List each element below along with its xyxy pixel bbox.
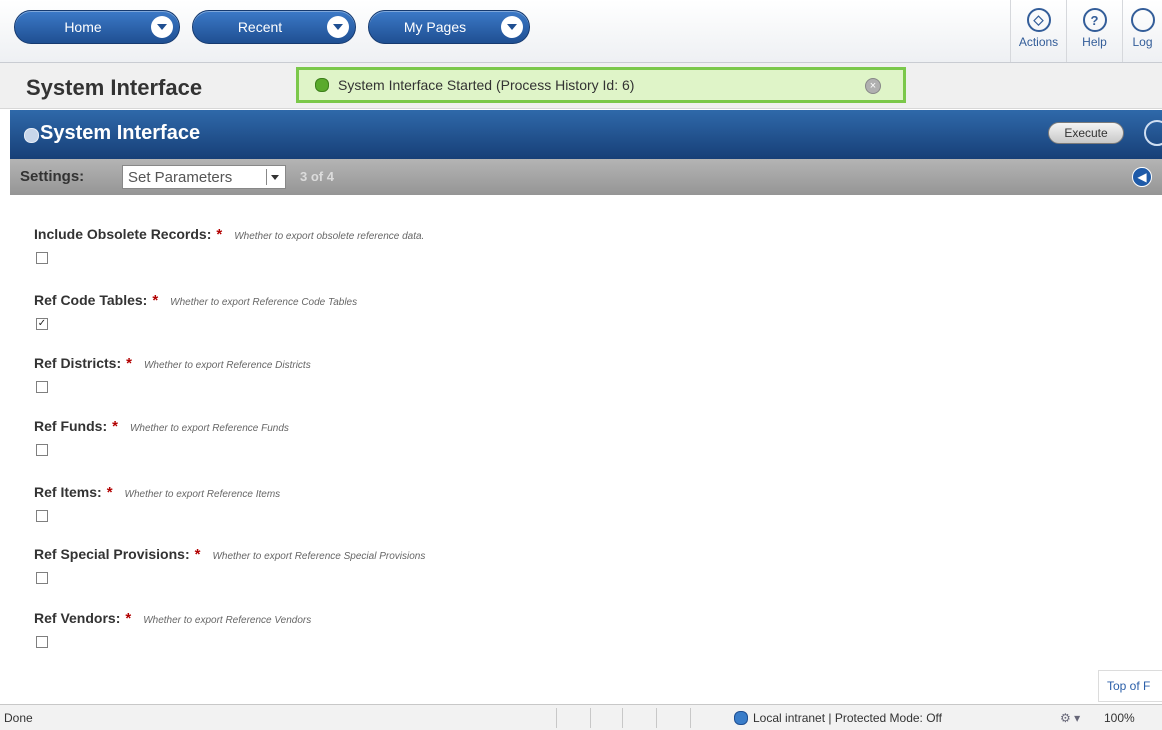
globe-icon [734, 711, 748, 725]
include-obsolete-checkbox[interactable] [36, 252, 48, 264]
security-zone[interactable]: Local intranet | Protected Mode: Off [734, 711, 942, 725]
help-button[interactable]: ? Help [1066, 0, 1122, 62]
title-row: System Interface System Interface Starte… [0, 63, 1162, 109]
ref-vendors-checkbox[interactable] [36, 636, 48, 648]
param-description: Whether to export obsolete reference dat… [234, 231, 425, 242]
status-divider [590, 708, 591, 728]
param-label: Ref Items: [34, 484, 102, 500]
recent-label: Recent [237, 19, 283, 35]
browser-status-bar: Done Local intranet | Protected Mode: Of… [0, 704, 1162, 730]
section-header: System Interface Execute [10, 110, 1162, 159]
close-icon[interactable]: × [865, 78, 881, 94]
required-marker: * [216, 226, 223, 243]
my-pages-label: My Pages [403, 19, 467, 35]
zoom-level[interactable]: 100% [1104, 711, 1135, 725]
execute-button[interactable]: Execute [1048, 122, 1124, 144]
step-indicator: 3 of 4 [300, 169, 334, 184]
required-marker: * [125, 610, 132, 627]
param-include-obsolete: Include Obsolete Records: * Whether to e… [34, 226, 424, 264]
status-divider [690, 708, 691, 728]
help-icon[interactable] [1144, 120, 1162, 146]
top-navigation-bar: Home Recent My Pages ◇ Actions ? Help Lo… [0, 0, 1162, 63]
status-divider [556, 708, 557, 728]
param-description: Whether to export Reference Funds [129, 423, 289, 434]
param-label: Include Obsolete Records: [34, 226, 212, 242]
param-description: Whether to export Reference Code Tables [170, 297, 358, 308]
section-title: System Interface [40, 122, 201, 144]
help-icon: ? [1082, 8, 1107, 32]
required-marker: * [106, 484, 113, 501]
param-description: Whether to export Reference Vendors [143, 615, 312, 626]
status-text: Done [4, 711, 33, 725]
actions-button[interactable]: ◇ Actions [1010, 0, 1066, 62]
chevron-down-icon [501, 16, 523, 38]
actions-label: Actions [1018, 35, 1059, 49]
param-ref-items: Ref Items: * Whether to export Reference… [34, 484, 280, 522]
settings-label: Settings: [20, 168, 85, 185]
ref-funds-checkbox[interactable] [36, 444, 48, 456]
param-ref-districts: Ref Districts: * Whether to export Refer… [34, 355, 311, 393]
chevron-down-icon [266, 169, 283, 185]
chevron-down-icon [151, 16, 173, 38]
notice-text: System Interface Started (Process Histor… [338, 77, 635, 93]
status-divider [622, 708, 623, 728]
actions-icon: ◇ [1026, 8, 1051, 32]
logout-icon [1130, 8, 1155, 32]
top-of-page-link[interactable]: Top of F [1098, 670, 1162, 702]
home-menu-button[interactable]: Home [14, 10, 180, 44]
back-arrow-icon[interactable]: ◀ [1132, 167, 1152, 187]
ref-special-provisions-checkbox[interactable] [36, 572, 48, 584]
param-label: Ref Code Tables: [34, 292, 148, 308]
top-actions: ◇ Actions ? Help Log [1010, 0, 1162, 62]
param-ref-funds: Ref Funds: * Whether to export Reference… [34, 418, 289, 456]
status-divider [656, 708, 657, 728]
status-notice: System Interface Started (Process Histor… [296, 67, 906, 103]
required-marker: * [112, 418, 118, 435]
home-label: Home [64, 19, 102, 35]
zoom-dropdown-icon[interactable]: ⚙ ▾ [1060, 711, 1080, 725]
param-ref-vendors: Ref Vendors: * Whether to export Referen… [34, 610, 311, 648]
ref-items-checkbox[interactable] [36, 510, 48, 522]
page-title: System Interface [26, 75, 203, 100]
recent-menu-button[interactable]: Recent [192, 10, 356, 44]
param-label: Ref Districts: [34, 355, 122, 371]
logout-label: Log [1132, 35, 1153, 49]
settings-selected-value: Set Parameters [128, 168, 233, 186]
required-marker: * [152, 292, 159, 309]
success-icon [315, 78, 329, 92]
param-ref-code-tables: Ref Code Tables: * Whether to export Ref… [34, 292, 357, 330]
param-description: Whether to export Reference Special Prov… [212, 551, 426, 562]
my-pages-menu-button[interactable]: My Pages [368, 10, 530, 44]
required-marker: * [194, 546, 201, 563]
param-label: Ref Special Provisions: [34, 546, 190, 562]
required-marker: * [126, 355, 132, 372]
param-ref-special-provisions: Ref Special Provisions: * Whether to exp… [34, 546, 425, 584]
settings-select[interactable]: Set Parameters [122, 165, 286, 189]
ref-districts-checkbox[interactable] [36, 381, 48, 393]
ref-code-tables-checkbox[interactable]: ✓ [36, 318, 48, 330]
collapse-icon[interactable] [24, 128, 39, 143]
param-label: Ref Funds: [34, 418, 108, 434]
help-label: Help [1082, 35, 1107, 49]
param-label: Ref Vendors: [34, 610, 121, 626]
chevron-down-icon [327, 16, 349, 38]
settings-bar: Settings: Set Parameters 3 of 4 ◀ [10, 159, 1162, 195]
zone-text: Local intranet | Protected Mode: Off [753, 711, 942, 725]
param-description: Whether to export Reference Items [124, 489, 281, 500]
logout-button[interactable]: Log [1122, 0, 1162, 62]
param-description: Whether to export Reference Districts [143, 360, 311, 371]
